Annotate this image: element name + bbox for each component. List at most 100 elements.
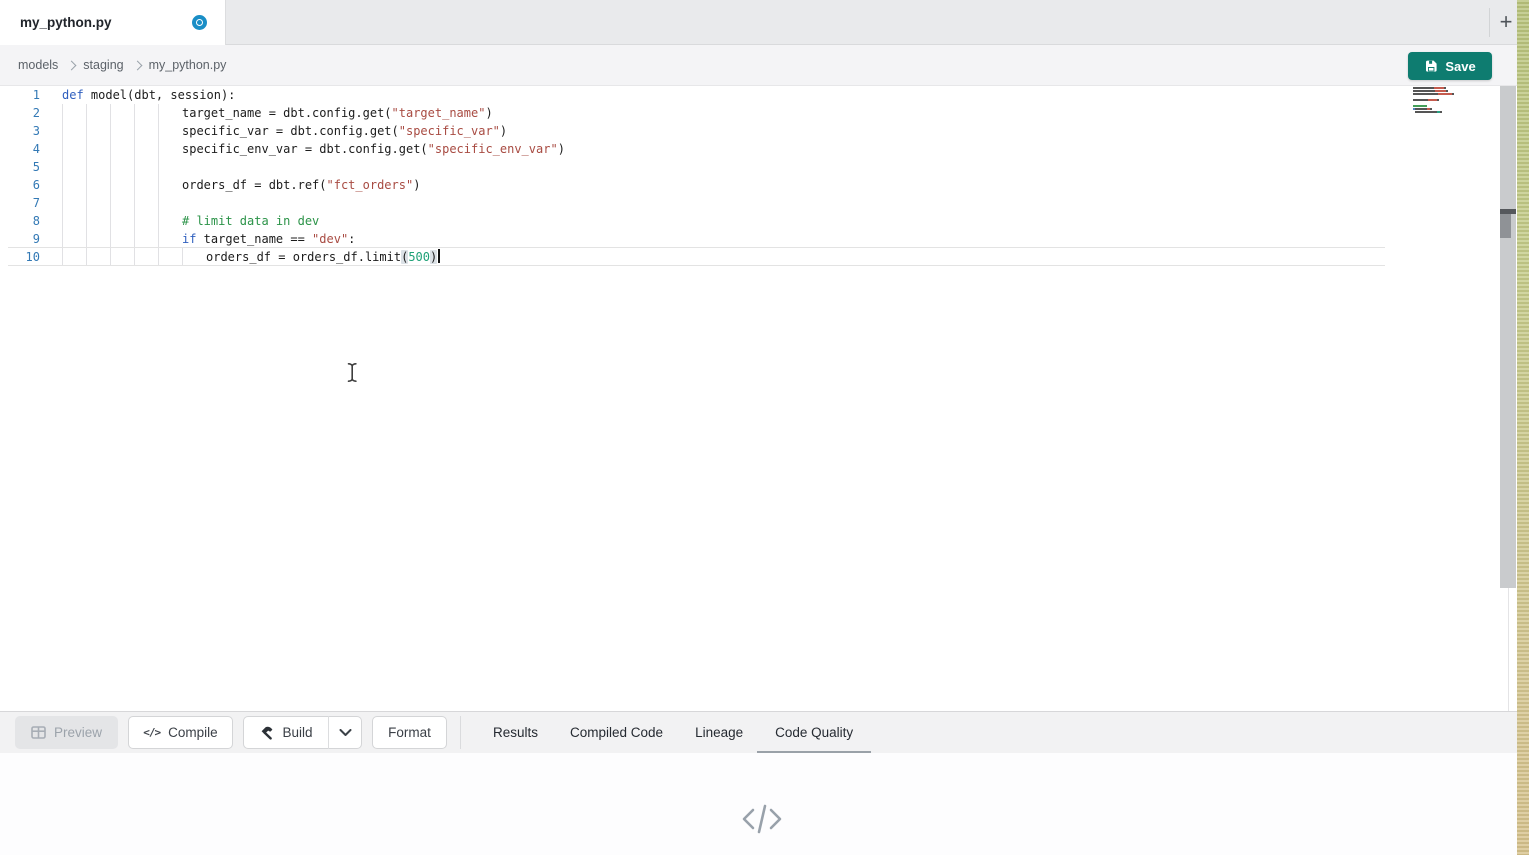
desktop-background-edge (1517, 0, 1529, 855)
code-line-10[interactable]: 10orders_df = orders_df.limit(500) (0, 248, 1400, 266)
scrollbar-thumb[interactable] (1500, 214, 1511, 238)
code-line-4[interactable]: 4specific_env_var = dbt.config.get("spec… (0, 140, 1400, 158)
chevron-down-icon (339, 729, 352, 737)
preview-button[interactable]: Preview (15, 716, 118, 749)
indent-guide (134, 212, 158, 230)
indent-guide (86, 104, 110, 122)
code-editor[interactable]: 1def model(dbt, session):2target_name = … (0, 86, 1517, 711)
editor-minimap[interactable] (1400, 86, 1460, 118)
code-token: specific_var = dbt.config.get( (182, 124, 399, 138)
indent-guide (158, 158, 182, 176)
breadcrumb-file[interactable]: my_python.py (149, 58, 227, 72)
save-label: Save (1445, 59, 1475, 74)
code-line-5[interactable]: 5 (0, 158, 1400, 176)
indent-guide (158, 122, 182, 140)
scrollbar-track[interactable] (1500, 86, 1516, 588)
indent-guide (158, 248, 182, 266)
code-token: ) (413, 178, 420, 192)
code-token: : (348, 232, 355, 246)
indent-guide (86, 176, 110, 194)
editor-right-edge (1508, 588, 1509, 711)
file-tab-bar: my_python.py + (0, 0, 1529, 45)
indent-guide (62, 140, 86, 158)
table-grid-icon (31, 726, 46, 739)
indent-guide (110, 140, 134, 158)
file-tab-my-python[interactable]: my_python.py (0, 0, 226, 45)
indent-guide (62, 104, 86, 122)
indent-guide (134, 140, 158, 158)
indent-guide (86, 230, 110, 248)
indent-guide (110, 230, 134, 248)
file-tab-label: my_python.py (20, 15, 112, 30)
code-line-8[interactable]: 8# limit data in dev (0, 212, 1400, 230)
line-number: 4 (0, 140, 40, 158)
build-button[interactable]: Build (243, 716, 328, 749)
indent-guide (158, 194, 182, 212)
indent-guide (62, 212, 86, 230)
indent-guide (182, 248, 206, 266)
line-number: 10 (0, 248, 40, 266)
code-token: orders_df = orders_df.limit (206, 250, 401, 264)
indent-guide (110, 104, 134, 122)
indent-guide (134, 104, 158, 122)
code-token: "dev" (312, 232, 348, 246)
minimap-line (1400, 99, 1460, 101)
panel-tab-compiled-code[interactable]: Compiled Code (570, 712, 663, 754)
panel-tab-lineage[interactable]: Lineage (695, 712, 743, 754)
breadcrumb-bar: models staging my_python.py Save (0, 45, 1517, 86)
minimap-line (1400, 87, 1460, 89)
indent-guide (62, 248, 86, 266)
line-number: 8 (0, 212, 40, 230)
minimap-line (1400, 108, 1460, 110)
build-split-button: Build (243, 716, 362, 749)
indent-guide (158, 140, 182, 158)
format-label: Format (388, 725, 431, 740)
code-area[interactable]: 1def model(dbt, session):2target_name = … (0, 86, 1400, 266)
indent-guide (86, 194, 110, 212)
code-token: "target_name" (392, 106, 486, 120)
code-line-1[interactable]: 1def model(dbt, session): (0, 86, 1400, 104)
indent-guide (110, 212, 134, 230)
code-token: ) (485, 106, 492, 120)
indent-guide (158, 176, 182, 194)
panel-tab-results[interactable]: Results (493, 712, 538, 754)
indent-guide (158, 104, 182, 122)
minimap-line (1400, 93, 1460, 95)
code-token: "specific_var" (399, 124, 500, 138)
indent-guide (62, 158, 86, 176)
new-tab-button[interactable]: + (1492, 5, 1520, 39)
breadcrumb-staging[interactable]: staging (83, 58, 123, 72)
code-token: specific_env_var = dbt.config.get( (182, 142, 428, 156)
hammer-icon (259, 725, 274, 740)
code-line-6[interactable]: 6orders_df = dbt.ref("fct_orders") (0, 176, 1400, 194)
code-token: ) (500, 124, 507, 138)
preview-label: Preview (54, 725, 102, 740)
line-number: 1 (0, 86, 40, 104)
indent-guide (110, 176, 134, 194)
result-panel-tabs: Results Compiled Code Lineage Code Quality (493, 712, 853, 754)
panel-tab-code-quality[interactable]: Code Quality (775, 712, 853, 754)
breadcrumb-models[interactable]: models (18, 58, 58, 72)
indent-guide (110, 194, 134, 212)
code-line-2[interactable]: 2target_name = dbt.config.get("target_na… (0, 104, 1400, 122)
build-options-dropdown[interactable] (328, 716, 362, 749)
indent-guide (62, 230, 86, 248)
format-button[interactable]: Format (372, 716, 447, 749)
compile-label: Compile (168, 725, 218, 740)
indent-guide (86, 122, 110, 140)
code-token: ) (430, 250, 437, 264)
code-line-7[interactable]: 7 (0, 194, 1400, 212)
text-caret (438, 249, 440, 263)
code-token: ) (558, 142, 565, 156)
indent-guide (110, 248, 134, 266)
indent-guide (158, 212, 182, 230)
code-token: "fct_orders" (327, 178, 414, 192)
code-line-3[interactable]: 3specific_var = dbt.config.get("specific… (0, 122, 1400, 140)
compile-button[interactable]: </> Compile (128, 716, 233, 749)
save-button[interactable]: Save (1408, 52, 1492, 80)
indent-guide (158, 230, 182, 248)
code-slash-icon (740, 802, 784, 841)
code-line-9[interactable]: 9if target_name == "dev": (0, 230, 1400, 248)
minimap-line (1400, 90, 1460, 92)
code-token: orders_df = dbt.ref( (182, 178, 327, 192)
